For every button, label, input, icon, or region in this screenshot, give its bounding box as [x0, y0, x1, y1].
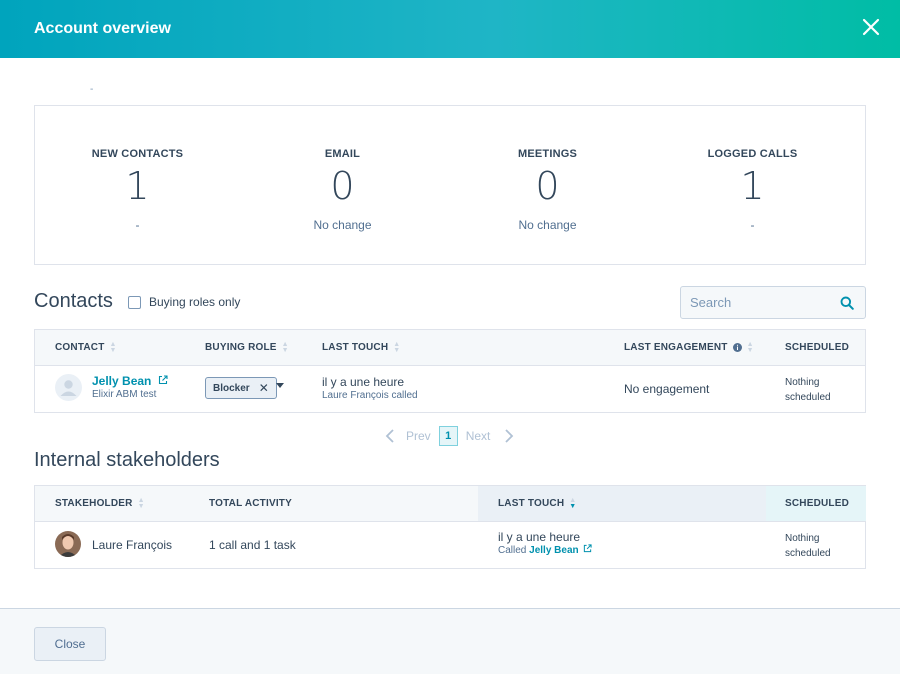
avatar — [55, 531, 81, 557]
col-header-last-engagement[interactable]: LAST ENGAGEMENT ▲ ▼ — [624, 330, 754, 365]
stat-change: No change — [313, 218, 372, 232]
stat-value: 1 — [740, 164, 765, 208]
col-header-total-activity[interactable]: TOTAL ACTIVITY — [209, 486, 292, 521]
stakeholders-table-header: STAKEHOLDER ▲ ▼ TOTAL ACTIVITY LAST TOUCH… — [35, 486, 866, 522]
sort-descending-icon: ▲ ▼ — [569, 496, 577, 510]
col-header-stakeholder[interactable]: STAKEHOLDER ▲ ▼ — [55, 486, 145, 521]
scheduled-line: Nothing — [785, 377, 820, 388]
scheduled-line: scheduled — [785, 548, 831, 559]
last-touch-cell: il y a une heure Called Jelly Bean — [498, 530, 593, 558]
person-icon — [60, 380, 77, 396]
contact-name-link[interactable]: Jelly Bean — [92, 374, 151, 388]
avatar — [55, 374, 82, 401]
buying-role-label: Blocker — [213, 382, 250, 394]
contact-cell: Jelly Bean Elixir ABM test — [92, 374, 168, 402]
chevron-down-icon[interactable] — [276, 383, 284, 388]
buying-role-tag[interactable]: Blocker ✕ — [205, 377, 277, 399]
user-photo — [55, 531, 81, 557]
contact-company: Elixir ABM test — [92, 389, 157, 400]
col-header-buying-role[interactable]: BUYING ROLE ▲ ▼ — [205, 330, 289, 365]
external-link-icon[interactable] — [583, 544, 593, 553]
external-link-icon[interactable] — [158, 375, 168, 385]
info-icon[interactable] — [732, 343, 742, 352]
close-button[interactable]: Close — [34, 627, 106, 661]
stat-change: - — [135, 218, 140, 232]
contacts-table-header: CONTACT ▲ ▼ BUYING ROLE ▲ ▼ LAST TOUCH ▲ ▼ … — [35, 330, 865, 366]
sort-icon: ▲ ▼ — [281, 340, 289, 354]
next-button[interactable]: Next — [466, 429, 491, 443]
prev-button[interactable]: Prev — [406, 429, 431, 443]
chevron-left-icon[interactable] — [384, 428, 396, 444]
contact-name-link[interactable]: Jelly Bean — [529, 545, 578, 556]
stat-email: EMAIL 0 No change — [240, 106, 445, 264]
contacts-table: CONTACT ▲ ▼ BUYING ROLE ▲ ▼ LAST TOUCH ▲ ▼ … — [34, 329, 866, 413]
col-label: STAKEHOLDER — [55, 498, 133, 509]
stat-value: 1 — [125, 164, 150, 208]
page-number-button[interactable]: 1 — [438, 426, 458, 446]
col-label: SCHEDULED — [785, 342, 850, 353]
stat-meetings: MEETINGS 0 No change — [445, 106, 650, 264]
col-label: TOTAL ACTIVITY — [209, 498, 292, 509]
pagination: Prev 1 Next — [384, 426, 515, 446]
sort-icon: ▲ ▼ — [109, 340, 117, 354]
stat-new-contacts: NEW CONTACTS 1 - — [35, 106, 240, 264]
last-touch-time: il y a une heure — [322, 375, 405, 389]
stakeholders-table: STAKEHOLDER ▲ ▼ TOTAL ACTIVITY LAST TOUCH… — [34, 485, 866, 569]
search-icon[interactable] — [840, 296, 854, 310]
scheduled-cell: Nothing scheduled — [785, 531, 831, 561]
last-touch-time: il y a une heure — [498, 530, 581, 544]
search-box[interactable] — [680, 286, 866, 319]
col-header-last-touch[interactable]: LAST TOUCH ▲ ▼ — [322, 330, 400, 365]
scheduled-line: scheduled — [785, 392, 831, 403]
scheduled-cell: Nothing scheduled — [785, 375, 831, 405]
search-input[interactable] — [681, 287, 831, 318]
table-row: Laure François 1 call and 1 task il y a … — [35, 522, 865, 568]
chevron-right-icon[interactable] — [503, 428, 515, 444]
last-touch-detail: Called Jelly Bean — [498, 544, 593, 558]
last-touch-cell: il y a une heure Laure François called — [322, 375, 418, 403]
stat-change: - — [750, 218, 755, 232]
modal-footer: Close — [0, 608, 900, 674]
stat-value: 0 — [330, 164, 355, 208]
stat-change: No change — [518, 218, 577, 232]
col-header-scheduled[interactable]: SCHEDULED — [785, 486, 849, 521]
last-touch-prefix: Called — [498, 545, 527, 556]
col-header-contact[interactable]: CONTACT ▲ ▼ — [55, 330, 117, 365]
remove-tag-icon[interactable]: ✕ — [259, 381, 269, 395]
last-engagement-cell: No engagement — [624, 382, 710, 396]
col-header-last-touch[interactable]: LAST TOUCH ▲ ▼ — [498, 486, 576, 521]
stat-label: LOGGED CALLS — [707, 148, 798, 160]
col-label: LAST TOUCH — [322, 342, 389, 353]
stat-logged-calls: LOGGED CALLS 1 - — [650, 106, 855, 264]
buying-roles-label: Buying roles only — [149, 295, 241, 309]
stakeholder-name: Laure François — [92, 538, 173, 552]
col-label: LAST ENGAGEMENT — [624, 342, 728, 353]
modal-header: Account overview — [0, 0, 900, 58]
buying-roles-checkbox[interactable] — [128, 295, 141, 309]
sort-icon: ▲ ▼ — [746, 340, 754, 354]
close-icon[interactable] — [861, 17, 881, 37]
col-label: SCHEDULED — [785, 498, 850, 509]
stakeholders-title: Internal stakeholders — [34, 449, 220, 471]
stat-label: EMAIL — [324, 148, 361, 160]
col-header-scheduled[interactable]: SCHEDULED — [785, 330, 849, 365]
stat-label: MEETINGS — [517, 148, 578, 160]
buying-roles-filter[interactable]: Buying roles only — [128, 295, 240, 309]
col-label: CONTACT — [55, 342, 105, 353]
last-touch-detail: Laure François called — [322, 390, 418, 401]
contacts-title: Contacts — [34, 290, 113, 312]
scheduled-line: Nothing — [785, 533, 820, 544]
table-row: Jelly Bean Elixir ABM test Blocker ✕ il … — [35, 366, 865, 412]
total-activity-cell: 1 call and 1 task — [209, 538, 296, 552]
col-label: BUYING ROLE — [205, 342, 277, 353]
modal-title: Account overview — [34, 20, 171, 37]
sort-icon: ▲ ▼ — [393, 340, 401, 354]
sort-icon: ▲ ▼ — [137, 496, 145, 510]
placeholder-dash: - — [90, 84, 94, 95]
stats-panel: NEW CONTACTS 1 - EMAIL 0 No change MEETI… — [34, 105, 866, 265]
stat-label: NEW CONTACTS — [91, 148, 184, 160]
stat-value: 0 — [535, 164, 560, 208]
col-label: LAST TOUCH — [498, 498, 565, 509]
